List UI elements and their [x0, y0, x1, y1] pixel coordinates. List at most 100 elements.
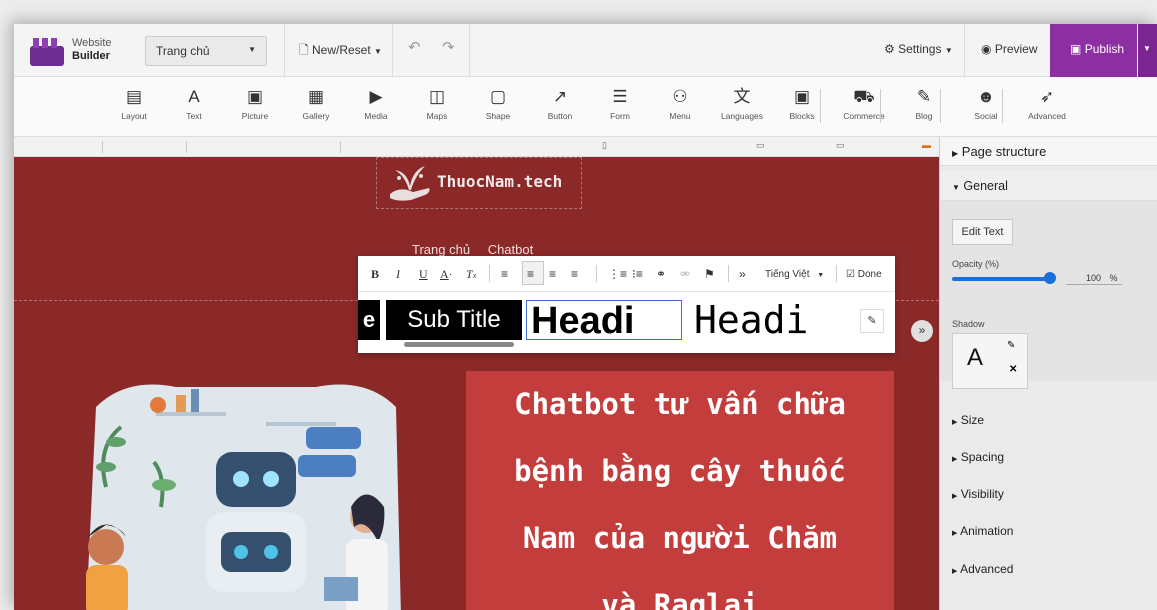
- style-option-heading-bold[interactable]: Headi: [526, 300, 682, 340]
- nav-link-home[interactable]: Trang chủ: [412, 242, 470, 257]
- nav-link-chatbot[interactable]: Chatbot: [488, 242, 534, 257]
- hero-heading[interactable]: Chatbot tư vấn chữa bệnh bằng cây thuốc …: [466, 371, 894, 610]
- divider: [728, 265, 729, 282]
- hero-text-box[interactable]: Chatbot tư vấn chữa bệnh bằng cây thuốc …: [466, 371, 894, 610]
- publish-button[interactable]: ▣ Publish: [1050, 24, 1137, 77]
- size-section[interactable]: ▶ Size: [952, 413, 984, 427]
- component-social[interactable]: ☻ Social: [956, 85, 1016, 121]
- italic-button[interactable]: I: [396, 267, 400, 282]
- chevron-down-icon: ▼: [248, 45, 256, 54]
- divider: [284, 24, 285, 77]
- blocks-icon: ▣: [793, 87, 811, 106]
- component-toolbar: ▤ Layout A Text ▣ Picture ▦ Gallery ▶ Media ◫ Maps ▢…: [14, 77, 1157, 137]
- new-reset-button[interactable]: 🗋 New/Reset ▼: [299, 41, 382, 62]
- settings-button[interactable]: ⚙ Settings ▼: [884, 42, 953, 56]
- page-canvas[interactable]: ThuocNam.tech Trang chủ Chatbot Chatbot …: [14, 157, 939, 610]
- spacing-section[interactable]: ▶ Spacing: [952, 450, 1004, 464]
- general-section-header[interactable]: ▼ General: [940, 171, 1157, 201]
- publish-label: Publish: [1084, 42, 1125, 56]
- app-window: Website Builder Trang chủ ▼ 🗋 New/Reset …: [14, 24, 1157, 610]
- component-maps[interactable]: ◫ Maps: [407, 85, 467, 121]
- page-select[interactable]: Trang chủ ▼: [145, 36, 267, 66]
- component-commerce[interactable]: ⛟ Commerce: [834, 85, 894, 121]
- bold-button[interactable]: B: [371, 267, 379, 282]
- hero-heading-line: Chatbot tư vấn chữa: [514, 387, 846, 421]
- caret-right-icon: ▶: [952, 419, 958, 426]
- visibility-section[interactable]: ▶ Visibility: [952, 487, 1004, 501]
- style-option-subtitle[interactable]: Sub Title: [386, 300, 522, 340]
- component-label: Picture: [241, 111, 269, 121]
- unlink-icon[interactable]: ⚮: [680, 267, 690, 281]
- website-builder-logo: [30, 38, 64, 66]
- divider: [392, 24, 393, 77]
- advanced-section[interactable]: ▶ Advanced: [952, 562, 1013, 576]
- component-label: Media: [364, 111, 388, 121]
- align-justify-icon[interactable]: ≡: [571, 267, 578, 281]
- underline-button[interactable]: U: [419, 267, 428, 282]
- align-center-icon[interactable]: ≡: [527, 267, 534, 281]
- preview-button[interactable]: ◉ Preview: [981, 42, 1038, 56]
- page-select-value: Trang chủ: [156, 44, 210, 58]
- component-layout[interactable]: ▤ Layout: [104, 85, 164, 121]
- component-media[interactable]: ▶ Media: [346, 85, 406, 121]
- component-blocks[interactable]: ▣ Blocks: [772, 85, 832, 121]
- component-gallery[interactable]: ▦ Gallery: [286, 85, 346, 121]
- mobile-icon[interactable]: ▯: [602, 140, 607, 151]
- pencil-icon[interactable]: ✎: [1007, 340, 1015, 351]
- component-blog[interactable]: ✎ Blog: [894, 85, 954, 121]
- language-select[interactable]: Tiếng Việt ▼: [765, 269, 824, 280]
- font-color-icon[interactable]: A·: [440, 267, 453, 282]
- undo-button[interactable]: ↶: [408, 38, 421, 56]
- ordered-list-icon[interactable]: ⋮≡: [608, 267, 627, 281]
- pencil-icon[interactable]: ✎: [860, 309, 884, 333]
- herb-hand-icon: [390, 166, 430, 201]
- publish-options-button[interactable]: ▼: [1138, 24, 1157, 77]
- redo-button[interactable]: ↷: [442, 38, 455, 56]
- save-icon: ▣: [1070, 42, 1082, 56]
- more-icon[interactable]: »: [739, 267, 746, 281]
- link-icon[interactable]: ⚭: [656, 267, 666, 281]
- unordered-list-icon[interactable]: ⁝≡: [632, 267, 643, 281]
- component-picture[interactable]: ▣ Picture: [225, 85, 285, 121]
- flag-icon[interactable]: ⚑: [704, 267, 715, 281]
- animation-label: Animation: [960, 524, 1014, 538]
- component-languages[interactable]: 文 Languages: [712, 85, 772, 121]
- hero-illustration[interactable]: [66, 367, 411, 610]
- animation-section[interactable]: ▶ Animation: [952, 524, 1013, 538]
- component-button[interactable]: ↗ Button: [530, 85, 590, 121]
- tablet-icon[interactable]: ▭: [756, 140, 765, 151]
- component-advanced[interactable]: ➶ Advanced: [1017, 85, 1077, 121]
- component-menu[interactable]: ⚇ Menu: [650, 85, 710, 121]
- social-icon: ☻: [977, 87, 995, 106]
- horizontal-scrollbar[interactable]: [404, 342, 514, 347]
- page-structure-header[interactable]: ▶ Page structure: [940, 137, 1157, 166]
- opacity-slider-handle[interactable]: [1044, 272, 1056, 284]
- desktop-icon[interactable]: ▬: [922, 140, 931, 150]
- done-button[interactable]: ☑ Done: [846, 269, 882, 280]
- caret-right-icon: ▶: [952, 530, 958, 537]
- shadow-picker[interactable]: A ✎ ✕: [952, 333, 1028, 389]
- shadow-preview: A: [967, 344, 984, 371]
- clear-format-icon[interactable]: Tx: [466, 267, 476, 282]
- component-text[interactable]: A Text: [164, 85, 224, 121]
- close-icon[interactable]: ✕: [1009, 364, 1017, 375]
- opacity-input[interactable]: 100 %: [1066, 273, 1122, 285]
- align-right-icon[interactable]: ≡: [549, 267, 556, 281]
- component-label: Blocks: [789, 111, 815, 121]
- component-form[interactable]: ☰ Form: [590, 85, 650, 121]
- opacity-slider[interactable]: [952, 277, 1050, 281]
- hero-heading-line: bệnh bằng cây thuốc: [514, 454, 846, 488]
- site-logo[interactable]: ThuocNam.tech: [376, 157, 582, 209]
- edit-text-button[interactable]: Edit Text: [952, 219, 1013, 245]
- settings-label: Settings: [898, 42, 942, 56]
- component-shape[interactable]: ▢ Shape: [468, 85, 528, 121]
- style-option-heading[interactable]: Headi: [694, 300, 842, 340]
- form-icon: ☰: [612, 87, 628, 106]
- picture-icon: ▣: [246, 87, 264, 106]
- style-option[interactable]: e: [358, 300, 380, 340]
- expand-arrows-icon[interactable]: »: [911, 320, 933, 342]
- align-left-icon[interactable]: ≡: [501, 267, 508, 281]
- laptop-icon[interactable]: ▭: [836, 140, 845, 151]
- text-icon: A: [188, 87, 200, 106]
- commerce-icon: ⛟: [853, 87, 875, 106]
